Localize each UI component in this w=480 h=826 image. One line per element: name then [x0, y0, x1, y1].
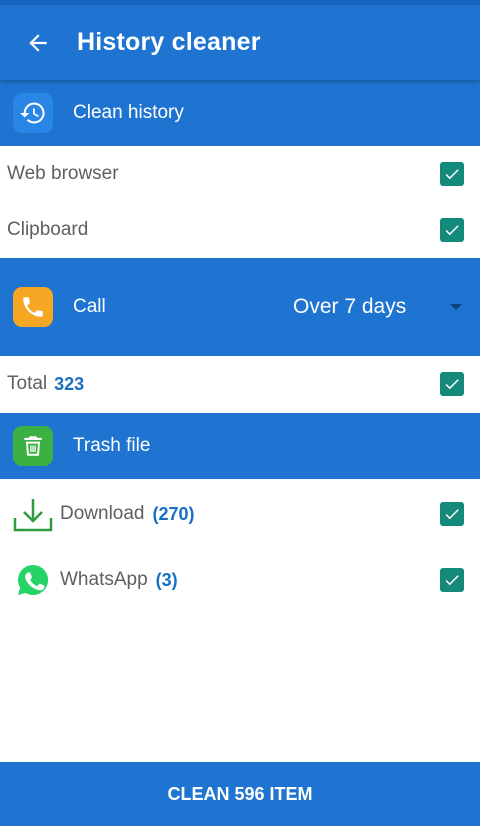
total-count: 323 [54, 373, 85, 394]
section-call: Call Over 7 days [0, 258, 480, 356]
list-item-call-total[interactable]: Total 323 [0, 356, 480, 412]
item-label: WhatsApp [60, 569, 148, 590]
phone-icon-tile [13, 287, 53, 327]
back-button[interactable] [23, 28, 53, 58]
item-label: Web browser [7, 163, 119, 184]
total-label: Total [7, 373, 48, 394]
check-icon [445, 379, 459, 390]
item-count: (270) [152, 503, 195, 524]
clean-button[interactable]: CLEAN 596 ITEM [0, 762, 480, 826]
arrow-back-icon [29, 33, 47, 52]
download-checkbox[interactable] [440, 502, 464, 526]
app-bar: History cleaner [0, 5, 480, 80]
check-icon [445, 575, 459, 586]
history-icon [20, 102, 45, 124]
section-label: Trash file [73, 435, 151, 456]
section-label: Clean history [73, 102, 184, 123]
item-count: (3) [155, 569, 178, 590]
list-item-download[interactable]: Download (270) [0, 484, 480, 544]
list-item-clipboard[interactable]: Clipboard [0, 202, 480, 258]
section-label: Call [73, 296, 106, 317]
whatsapp-checkbox[interactable] [440, 568, 464, 592]
web-browser-checkbox[interactable] [440, 162, 464, 186]
call-period-dropdown[interactable]: Over 7 days [293, 258, 480, 356]
call-period-value: Over 7 days [293, 295, 407, 318]
dropdown-arrow-icon [450, 304, 462, 310]
history-icon-tile [13, 93, 53, 133]
phone-icon [23, 297, 43, 317]
list-item-web-browser[interactable]: Web browser [0, 146, 480, 202]
trash-icon [24, 436, 42, 456]
whatsapp-icon [16, 563, 50, 597]
trash-icon-tile [13, 426, 53, 466]
call-total-checkbox[interactable] [440, 372, 464, 396]
clipboard-checkbox[interactable] [440, 218, 464, 242]
page-title: History cleaner [77, 28, 261, 56]
item-label: Clipboard [7, 219, 89, 240]
section-trash-file: Trash file [0, 413, 480, 479]
check-icon [445, 509, 459, 520]
item-label: Download [60, 503, 145, 524]
check-icon [445, 169, 459, 180]
download-icon [12, 493, 54, 535]
check-icon [445, 225, 459, 236]
section-clean-history: Clean history [0, 80, 480, 146]
list-item-whatsapp[interactable]: WhatsApp (3) [0, 551, 480, 609]
